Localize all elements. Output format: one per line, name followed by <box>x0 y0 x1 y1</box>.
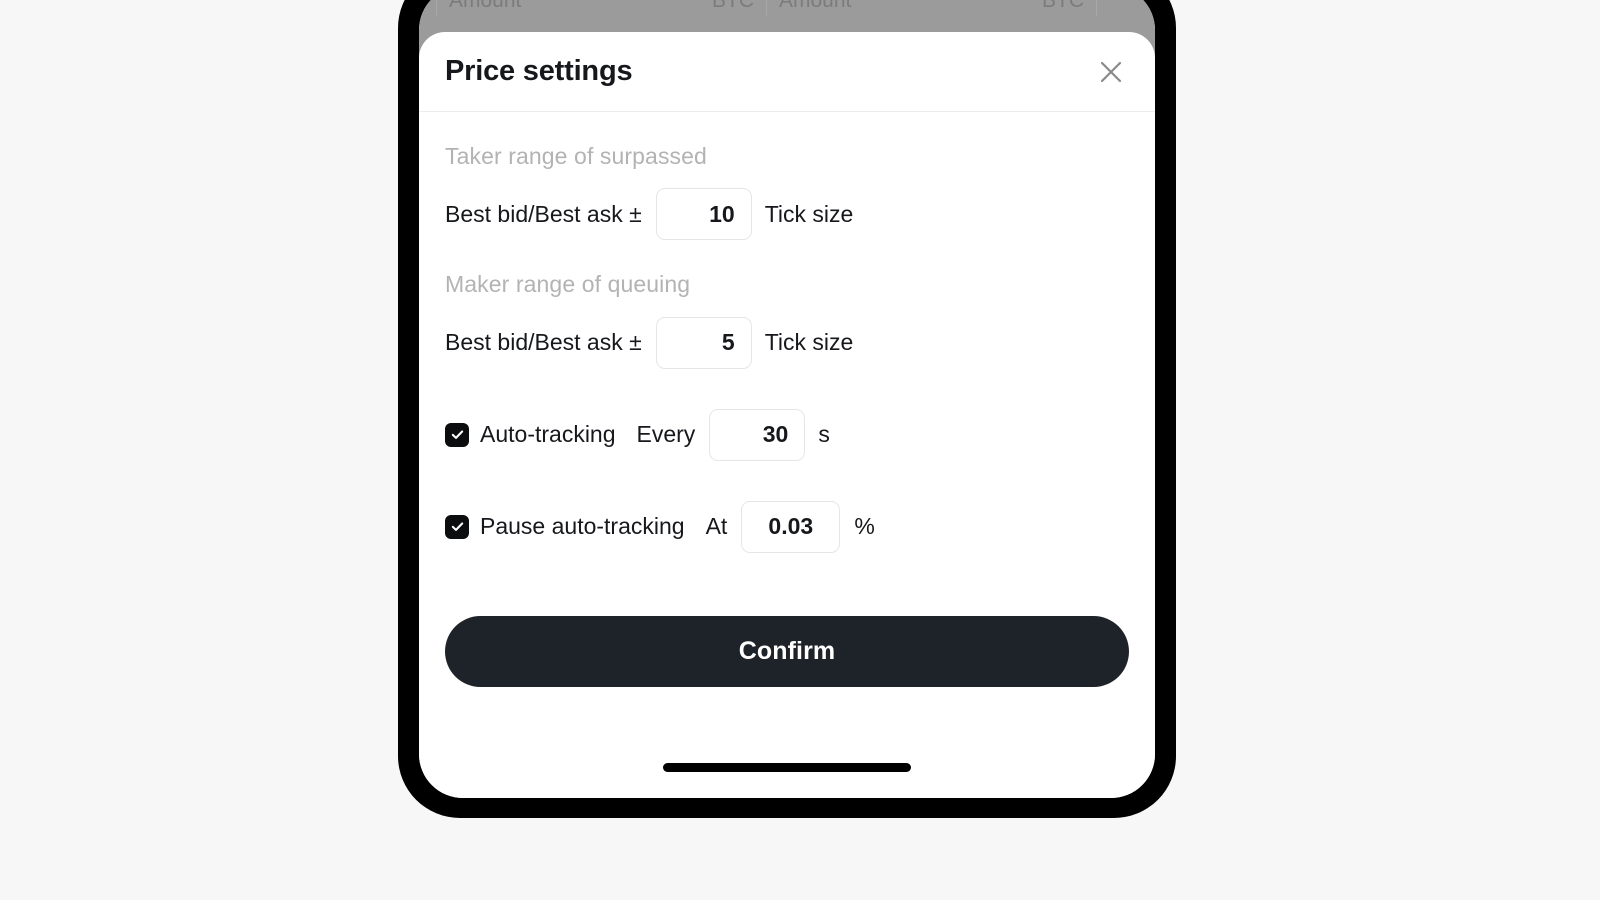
page-title: Price settings <box>445 55 633 87</box>
orderbook-bids-unit-label: BTC <box>712 0 754 12</box>
maker-range-row: Best bid/Best ask ± 5 Tick size <box>445 316 1129 369</box>
phone-screen: Amount BTC Amount BTC Price settings Tak… <box>419 0 1155 798</box>
orderbook-asks-unit-label: BTC <box>1042 0 1084 12</box>
confirm-button[interactable]: Confirm <box>445 615 1129 687</box>
pause-auto-tracking-label: Pause auto-tracking <box>480 513 685 540</box>
pause-auto-tracking-row: Pause auto-tracking At 0.03 % <box>445 500 1129 553</box>
auto-tracking-checkbox[interactable] <box>445 422 469 447</box>
taker-section-label: Taker range of surpassed <box>445 143 707 169</box>
auto-tracking-interval-prefix: Every <box>636 421 696 448</box>
maker-section-label: Maker range of queuing <box>445 271 691 298</box>
maker-prefix-label: Best bid/Best ask ± <box>445 329 642 356</box>
home-indicator <box>663 763 911 772</box>
pause-threshold-prefix: At <box>705 513 728 540</box>
auto-tracking-row: Auto-tracking Every 30 s <box>445 408 1129 461</box>
taker-range-row: Best bid/Best ask ± 10 Tick size <box>445 188 1129 241</box>
pause-threshold-unit: % <box>854 513 875 540</box>
pause-threshold-input[interactable]: 0.03 <box>741 500 841 553</box>
sheet-body: Taker range of surpassed Best bid/Best a… <box>419 143 1155 687</box>
taker-tick-input[interactable]: 10 <box>655 188 752 241</box>
pause-auto-tracking-checkbox[interactable] <box>445 514 469 539</box>
page-root: Amount BTC Amount BTC Price settings Tak… <box>0 0 1600 900</box>
maker-suffix-label: Tick size <box>764 329 854 356</box>
maker-tick-input[interactable]: 5 <box>655 316 752 369</box>
orderbook-bids-amount-label: Amount <box>449 0 522 12</box>
orderbook-column-asks: Amount BTC <box>767 0 1097 16</box>
taker-suffix-label: Tick size <box>764 200 854 227</box>
taker-prefix-label: Best bid/Best ask ± <box>445 200 642 227</box>
sheet-header: Price settings <box>419 32 1155 112</box>
orderbook-gutter-left <box>419 0 437 16</box>
close-icon[interactable] <box>1091 52 1131 92</box>
price-settings-sheet: Price settings Taker range of surpassed … <box>419 32 1155 798</box>
orderbook-column-bids: Amount BTC <box>437 0 767 16</box>
phone-device-frame: Amount BTC Amount BTC Price settings Tak… <box>398 0 1176 818</box>
auto-tracking-label: Auto-tracking <box>480 421 616 448</box>
orderbook-gutter-right <box>1097 0 1137 16</box>
background-orderbook-header: Amount BTC Amount BTC <box>419 0 1155 16</box>
auto-tracking-interval-unit: s <box>818 421 830 448</box>
orderbook-asks-amount-label: Amount <box>779 0 852 12</box>
auto-tracking-interval-input[interactable]: 30 <box>709 408 806 461</box>
